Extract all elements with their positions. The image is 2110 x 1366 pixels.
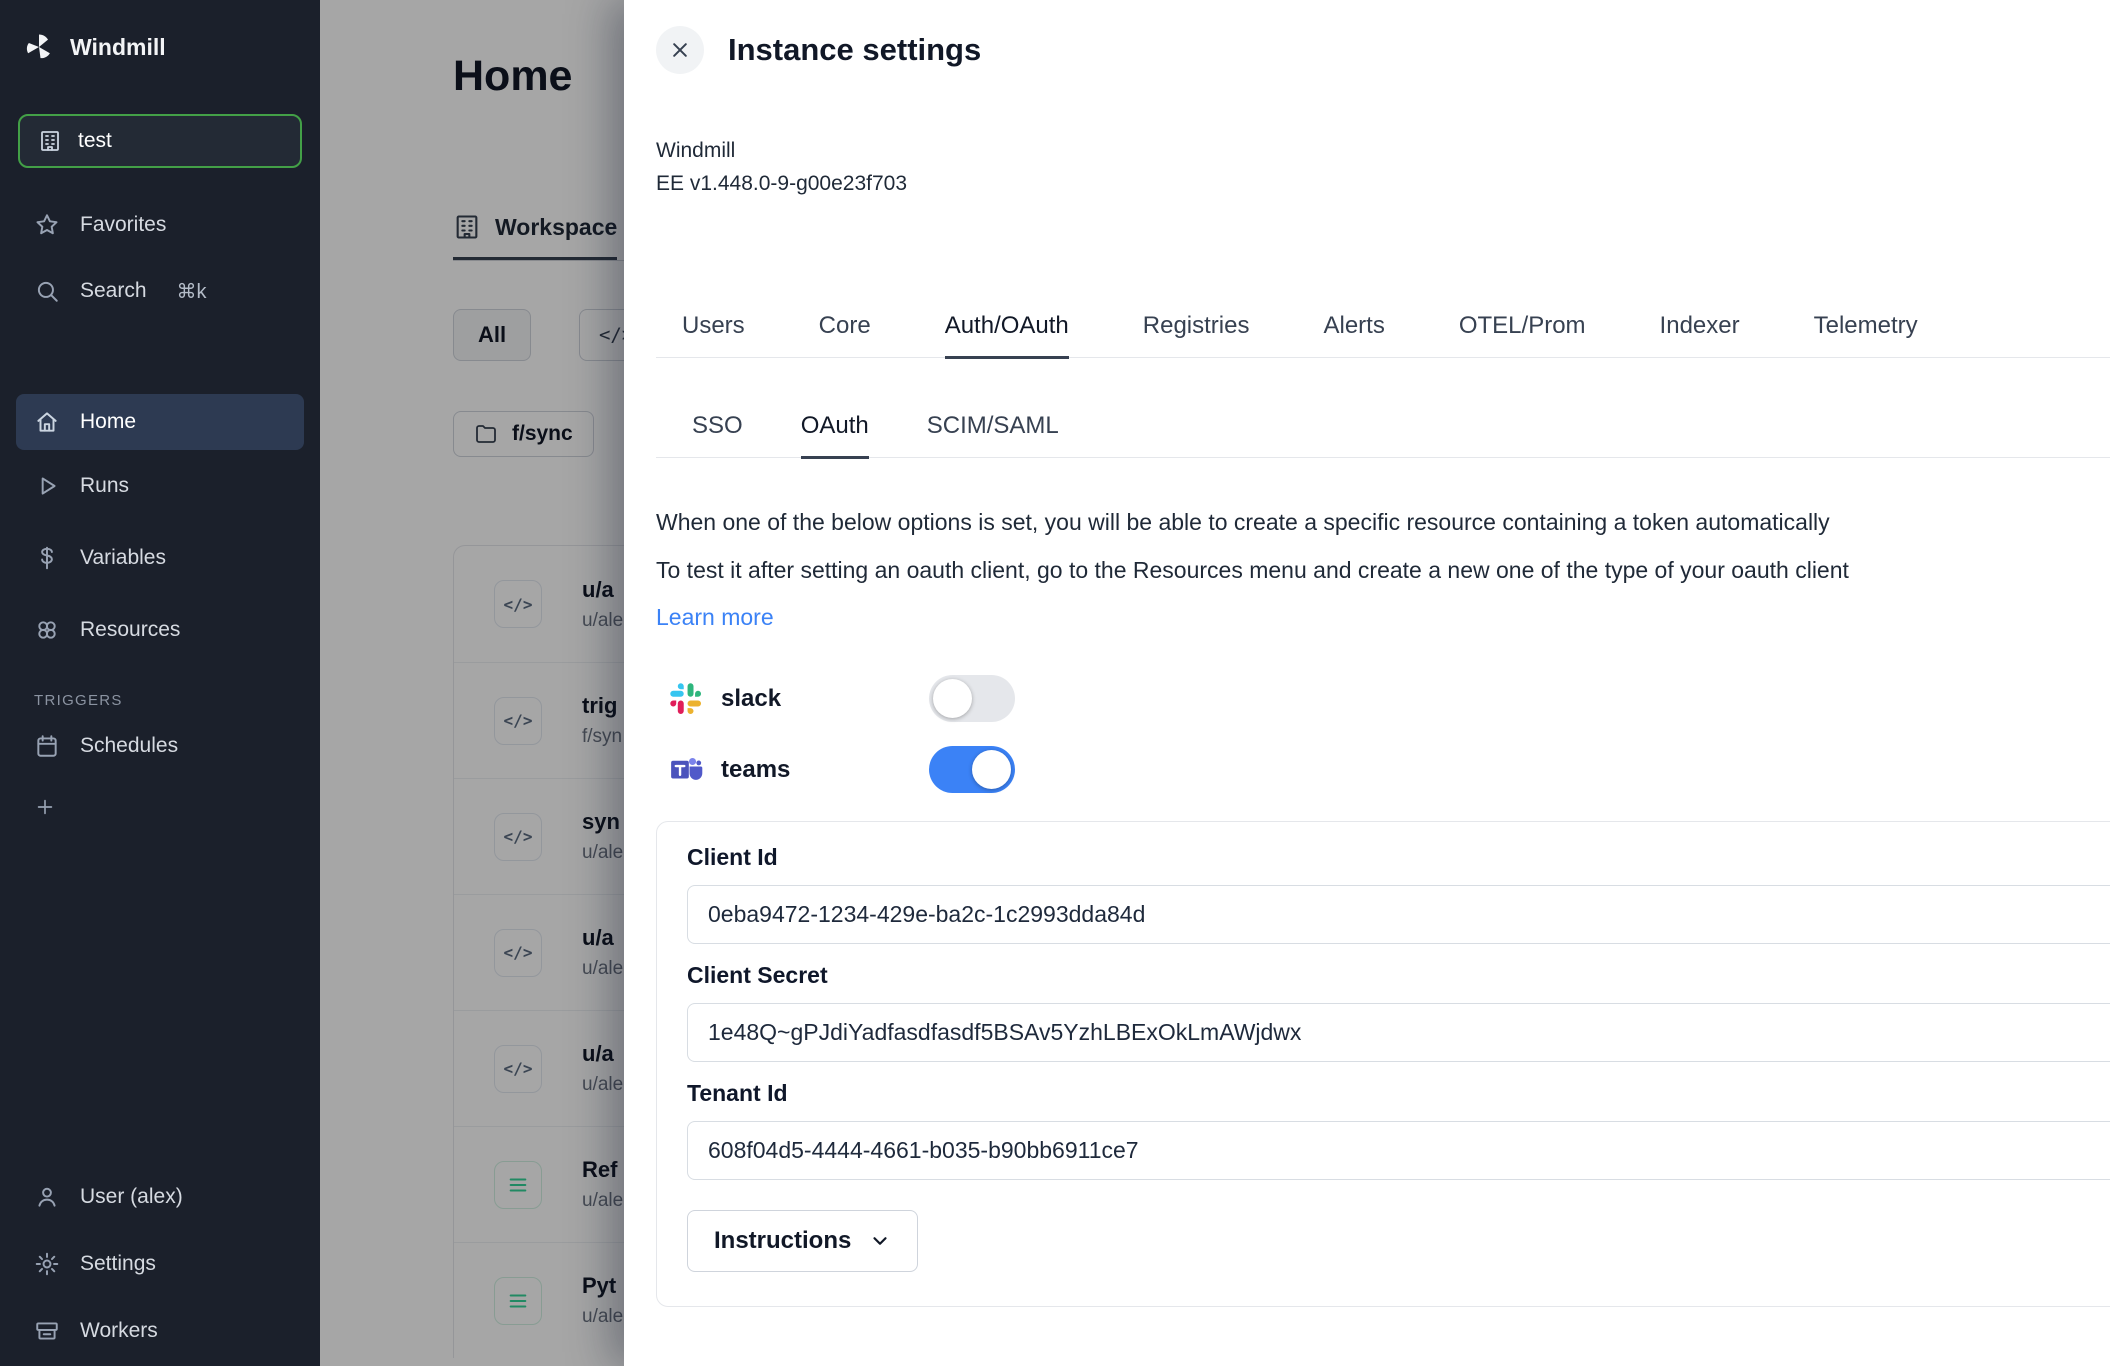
building-icon [38, 129, 62, 153]
tab-indexer[interactable]: Indexer [1660, 312, 1740, 359]
auth-subtabbar: SSO OAuth SCIM/SAML [656, 412, 2110, 458]
star-icon [34, 212, 60, 238]
slack-toggle[interactable] [929, 675, 1015, 722]
sidebar-item-label: Runs [80, 474, 129, 498]
slack-icon [669, 682, 703, 716]
sidebar-item-label: Settings [80, 1252, 156, 1276]
sidebar-item-label: Search [80, 279, 147, 303]
instructions-button[interactable]: Instructions [687, 1210, 918, 1272]
user-icon [34, 1184, 60, 1210]
app-window: Windmill test Favorites Search ⌘k [0, 0, 2110, 1366]
drawer-header: Instance settings [656, 26, 2110, 74]
sidebar-item-runs[interactable]: Runs [0, 450, 320, 522]
description-line-2: To test it after setting an oauth client… [656, 546, 2110, 594]
sidebar: Windmill test Favorites Search ⌘k [0, 0, 320, 1366]
instance-settings-drawer: Instance settings Windmill EE v1.448.0-9… [624, 0, 2110, 1366]
tab-users[interactable]: Users [682, 312, 745, 359]
calendar-icon [34, 733, 60, 759]
close-button[interactable] [656, 26, 704, 74]
client-secret-label: Client Secret [687, 962, 2110, 989]
version-string: EE v1.448.0-9-g00e23f703 [656, 167, 2110, 200]
dollar-icon [34, 545, 60, 571]
provider-name: slack [721, 685, 781, 713]
sidebar-item-label: Workers [80, 1319, 158, 1343]
resources-icon [34, 617, 60, 643]
tab-otel-prom[interactable]: OTEL/Prom [1459, 312, 1586, 359]
client-id-label: Client Id [687, 844, 2110, 871]
tab-core[interactable]: Core [819, 312, 871, 359]
sidebar-bottom-group: User (alex) Settings Workers [0, 1163, 320, 1366]
oauth-description: When one of the below options is set, yo… [656, 498, 2110, 594]
tab-auth-oauth[interactable]: Auth/OAuth [945, 312, 1069, 359]
subtab-oauth[interactable]: OAuth [801, 412, 869, 459]
sidebar-item-settings[interactable]: Settings [0, 1230, 320, 1297]
teams-oauth-form: Client Id Client Secret Tenant Id Instru… [656, 821, 2110, 1307]
sidebar-item-workers[interactable]: Workers [0, 1297, 320, 1364]
brand-name: Windmill [70, 34, 166, 61]
settings-tabbar: Users Core Auth/OAuth Registries Alerts … [656, 312, 2110, 358]
client-secret-input[interactable] [687, 1003, 2110, 1062]
provider-row-slack: slack [669, 675, 2110, 722]
triggers-section-heading: TRIGGERS [34, 692, 320, 709]
sidebar-item-label: User (alex) [80, 1185, 183, 1209]
windmill-logo-icon [24, 32, 54, 62]
drawer-title: Instance settings [728, 32, 981, 68]
brand: Windmill [0, 0, 320, 86]
play-icon [34, 473, 60, 499]
version-block: Windmill EE v1.448.0-9-g00e23f703 [656, 134, 2110, 200]
provider-row-teams: teams [669, 746, 2110, 793]
sidebar-item-user[interactable]: User (alex) [0, 1163, 320, 1230]
chevron-down-icon [869, 1230, 891, 1252]
search-icon [34, 278, 60, 304]
sidebar-item-resources[interactable]: Resources [0, 594, 320, 666]
oauth-providers: slack teams [656, 675, 2110, 793]
sidebar-quick-group: Favorites Search ⌘k [0, 192, 320, 324]
workspace-name: test [78, 129, 112, 153]
tab-telemetry[interactable]: Telemetry [1814, 312, 1918, 359]
sidebar-item-search[interactable]: Search ⌘k [0, 258, 320, 324]
subtab-sso[interactable]: SSO [692, 412, 743, 459]
toggle-knob [933, 679, 972, 718]
sidebar-item-label: Schedules [80, 734, 178, 758]
sidebar-item-label: Resources [80, 618, 180, 642]
teams-icon [669, 753, 703, 787]
tab-registries[interactable]: Registries [1143, 312, 1250, 359]
sidebar-item-variables[interactable]: Variables [0, 522, 320, 594]
client-id-input[interactable] [687, 885, 2110, 944]
tenant-id-input[interactable] [687, 1121, 2110, 1180]
sidebar-item-schedules[interactable]: Schedules [0, 713, 320, 779]
tab-alerts[interactable]: Alerts [1323, 312, 1384, 359]
sidebar-nav-group: Home Runs Variables Resources [0, 394, 320, 666]
sidebar-item-home[interactable]: Home [16, 394, 304, 450]
search-shortcut: ⌘k [177, 279, 207, 304]
teams-toggle[interactable] [929, 746, 1015, 793]
sidebar-item-favorites[interactable]: Favorites [0, 192, 320, 258]
sidebar-item-label: Variables [80, 546, 166, 570]
toggle-knob [972, 750, 1011, 789]
learn-more-link[interactable]: Learn more [656, 604, 774, 631]
subtab-scim-saml[interactable]: SCIM/SAML [927, 412, 1059, 459]
workspace-switcher[interactable]: test [18, 114, 302, 168]
provider-name: teams [721, 756, 790, 784]
close-icon [670, 40, 690, 60]
home-icon [34, 409, 60, 435]
tenant-id-label: Tenant Id [687, 1080, 2110, 1107]
instructions-label: Instructions [714, 1227, 851, 1255]
description-line-1: When one of the below options is set, yo… [656, 498, 2110, 546]
sidebar-item-label: Home [80, 410, 136, 434]
gear-icon [34, 1251, 60, 1277]
workers-icon [34, 1318, 60, 1344]
product-name: Windmill [656, 134, 2110, 167]
sidebar-item-label: Favorites [80, 213, 166, 237]
plus-icon [34, 796, 56, 818]
add-trigger-button[interactable] [0, 779, 320, 835]
